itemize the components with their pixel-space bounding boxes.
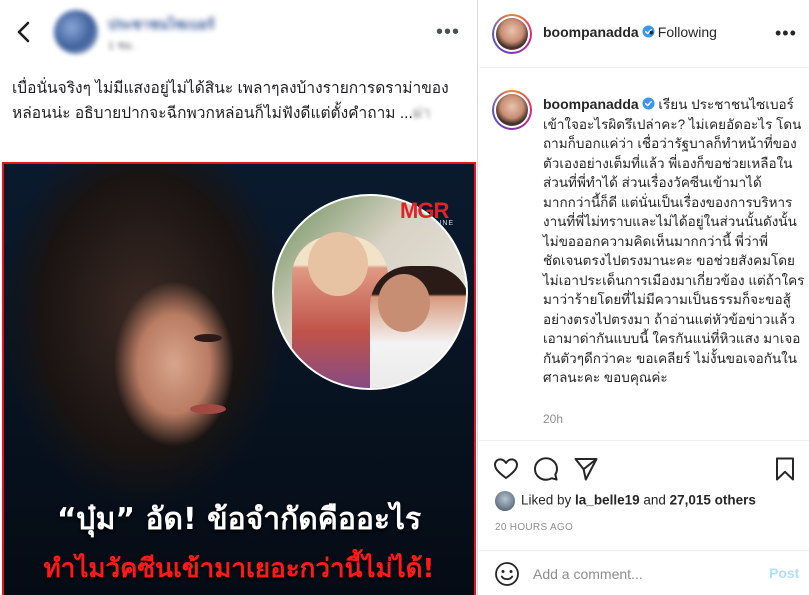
post-caption: เบื่อนั่นจริงๆ ไม่มีแสงอยู่ไม่ได้สินะ เพ… xyxy=(12,76,468,126)
comment-lead: เรียน ประชาชนไซเบอร์ xyxy=(654,97,794,112)
comment-avatar[interactable] xyxy=(492,90,532,130)
portrait-eye xyxy=(194,334,222,342)
bookmark-icon[interactable] xyxy=(772,456,798,482)
post-actions: Liked by la_belle19 and 27,015 others 20… xyxy=(479,440,809,558)
comment-username[interactable]: boompanadda xyxy=(543,96,639,112)
header-avatar[interactable] xyxy=(492,14,532,54)
comment-text: boompanadda เรียน ประชาชนไซเบอร์ เข้าใจอ… xyxy=(543,95,805,388)
post-time: 1 ชม. xyxy=(108,40,135,52)
liker-avatar[interactable] xyxy=(495,491,515,511)
post-header: ประชาชนไซเบอร์ 1 ชม. ••• xyxy=(0,0,478,66)
news-image[interactable]: MGR ONLINE “บุ๋ม” อัด! ข้อจำกัดคืออะไร ท… xyxy=(2,162,476,595)
post-date[interactable]: 20 HOURS AGO xyxy=(495,522,573,533)
headline-line-2: ทำไมวัคซีนเข้ามาเยอะกว่านี้ไม่ได้! xyxy=(43,554,435,584)
emoji-icon[interactable] xyxy=(494,561,520,587)
ig-post-header: boompanadda • Following ••• xyxy=(479,0,809,68)
caption-blurred-tail: ผ่า xyxy=(412,105,431,122)
portrait-lips xyxy=(190,404,226,414)
following-status[interactable]: • Following xyxy=(649,24,717,40)
heart-icon[interactable] xyxy=(493,456,519,482)
comment-icon[interactable] xyxy=(533,456,559,482)
more-dots-icon[interactable]: ••• xyxy=(775,24,797,42)
woman-portrait xyxy=(4,164,304,504)
inset-person-left-face xyxy=(308,232,368,296)
headline-line-1: “บุ๋ม” อัด! ข้อจำกัดคืออะไร xyxy=(56,502,422,537)
author-name[interactable]: ประชาชนไซเบอร์ xyxy=(108,14,215,36)
inset-person-right-face xyxy=(378,274,430,332)
verified-badge-icon xyxy=(642,97,655,110)
author-avatar[interactable] xyxy=(54,10,98,54)
liker-username[interactable]: la_belle19 xyxy=(575,493,640,508)
facebook-post-panel: ประชาชนไซเบอร์ 1 ชม. ••• เบื่อนั่นจริงๆ … xyxy=(0,0,478,595)
header-username[interactable]: boompanadda xyxy=(543,24,639,40)
instagram-sidebar: boompanadda • Following ••• boompanadda … xyxy=(479,0,809,595)
likes-count[interactable]: 27,015 others xyxy=(670,493,756,508)
header-user: boompanadda xyxy=(543,24,655,42)
more-dots-icon[interactable]: ••• xyxy=(436,22,460,42)
share-icon[interactable] xyxy=(573,456,599,482)
likes-summary: Liked by la_belle19 and 27,015 others xyxy=(495,491,756,511)
caption-text: เบื่อนั่นจริงๆ ไม่มีแสงอยู่ไม่ได้สินะ เพ… xyxy=(12,80,449,122)
comment-time[interactable]: 20h xyxy=(543,412,563,426)
comment-input[interactable] xyxy=(533,564,753,584)
likes-mid: and xyxy=(639,492,670,508)
post-button[interactable]: Post xyxy=(769,565,799,581)
comment-body: เข้าใจอะไรผิดรึเปล่าคะ? ไม่เคยอัดอะไร โด… xyxy=(543,116,805,386)
mgr-logo-sub: ONLINE xyxy=(422,220,455,227)
back-arrow-icon[interactable] xyxy=(12,20,36,44)
likes-prefix: Liked by xyxy=(521,492,576,508)
caption-comment: boompanadda เรียน ประชาชนไซเบอร์ เข้าใจอ… xyxy=(479,69,809,440)
add-comment-bar: Post xyxy=(479,550,809,595)
